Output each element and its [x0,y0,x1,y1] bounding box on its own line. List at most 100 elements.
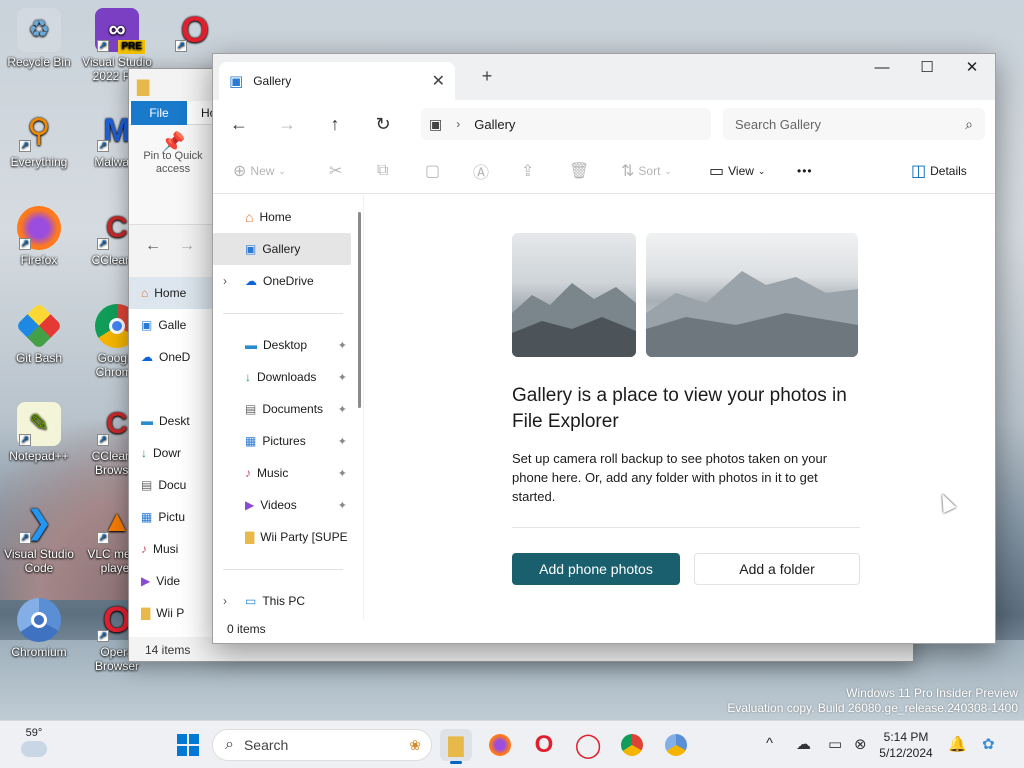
gallery-heading: Gallery is a place to view your photos i… [512,385,847,432]
add-phone-photos-button[interactable]: Add phone photos [512,553,680,585]
content-divider [512,527,860,528]
forward-arrow-icon[interactable]: → [275,112,299,136]
back-nav-item-gallery[interactable]: ▣ Galle [129,309,213,341]
network-icon[interactable]: ☁ [796,735,811,753]
nav-item-this-pc[interactable]: › ▭ This PC [213,585,351,617]
pictures-icon: ▦ [245,434,257,448]
nav-item-desktop[interactable]: ▬ Desktop ✦ [213,329,351,361]
nav-item-downloads[interactable]: ↓ Downloads ✦ [213,361,351,393]
nav-item-gallery[interactable]: ▣ Gallery [213,233,351,265]
new-tab-button[interactable]: + [475,66,499,87]
desktop-icon-recycle-bin[interactable]: ♻ Recycle Bin [0,8,78,69]
address-row: ← → ↑ ↻ ▣ › Gallery Search Gallery ⌕ [213,100,995,148]
refresh-icon[interactable]: ↻ [371,112,395,136]
more-options-button[interactable]: ••• [797,160,813,182]
address-bar[interactable]: ▣ › Gallery [421,108,711,140]
taskbar: 59° ⌕ Search ❀ ▇ O ◯ ^ ☁ ▭ ⊗ 5:14 PM 5/1… [0,720,1024,768]
clock[interactable]: 5:14 PM 5/12/2024 [870,729,942,761]
visual-studio-icon: ∞ ↗ PRE [95,8,145,54]
up-arrow-icon[interactable]: ↑ [323,112,347,136]
back-nav-item-music[interactable]: ♪ Musi [129,533,213,565]
sort-button[interactable]: ⇅ Sort ⌄ [621,160,672,182]
desktop-icon-git-bash[interactable]: Git Bash [0,302,78,365]
copilot-icon[interactable]: ✿ [982,735,995,753]
download-icon: ↓ [245,370,251,384]
taskbar-chrome[interactable] [616,729,648,761]
taskbar-firefox[interactable] [484,729,516,761]
back-nav-item-videos[interactable]: ▶ Vide [129,565,213,597]
forward-arrow-icon[interactable]: → [179,237,195,255]
plus-circle-icon: ⊕ [233,163,247,180]
nav-item-videos[interactable]: ▶ Videos ✦ [213,489,351,521]
folder-icon: ▇ [137,79,150,96]
nav-item-home[interactable]: ⌂ Home [213,201,351,233]
close-tab-icon[interactable]: ✕ [432,71,445,91]
share-button[interactable]: ⇪ [521,160,534,182]
cloud-icon [21,741,47,757]
display-icon[interactable]: ▭ [828,735,842,753]
details-pane-icon: ◫ [911,163,927,180]
desktop-icon-chromium[interactable]: Chromium [0,598,78,659]
gallery-content: Gallery is a place to view your photos i… [363,195,995,619]
rename-icon: Ⓐ [473,165,490,182]
gallery-location-icon: ▣ [429,115,443,132]
rename-button[interactable]: Ⓐ [473,160,489,182]
back-nav-item-desktop[interactable]: ▬ Deskt [129,405,213,437]
volume-icon[interactable]: ⊗ [854,735,867,753]
add-folder-button[interactable]: Add a folder [694,553,860,585]
back-status-bar: 14 items [145,643,191,657]
cut-button[interactable]: ✂ [329,160,342,182]
desktop-icon-firefox[interactable]: ↗ Firefox [0,206,78,267]
back-nav-item-home[interactable]: ⌂ Home [129,277,213,309]
notification-bell-icon[interactable]: 🔔 [948,735,967,753]
back-nav-item-downloads[interactable]: ↓ Dowr [129,437,213,469]
delete-button[interactable]: 🗑 [569,160,589,182]
nav-item-music[interactable]: ♪ Music ✦ [213,457,351,489]
taskbar-chromium[interactable] [660,729,692,761]
chromium-icon [665,734,687,756]
taskbar-opera[interactable]: O [528,729,560,761]
nav-item-wii-party[interactable]: ▇ Wii Party [SUPE [213,521,351,553]
nav-item-pictures[interactable]: ▦ Pictures ✦ [213,425,351,457]
chevron-up-icon[interactable]: ^ [766,735,773,752]
taskbar-file-explorer[interactable]: ▇ [440,729,472,764]
nav-scrollbar[interactable] [358,212,361,408]
copy-button[interactable]: ⧉ [377,160,388,182]
back-nav-item-documents[interactable]: ▤ Docu [129,469,213,501]
gallery-window[interactable]: ▣ Gallery ✕ + — ☐ ✕ ← → ↑ ↻ ▣ › Gallery … [212,53,996,644]
everything-icon: ⚲ ↗ [19,112,51,152]
cloud-icon: ☁ [245,274,257,288]
desktop-icon-opera[interactable]: O ↗ [156,8,234,55]
back-nav-item-pictures[interactable]: ▦ Pictu [129,501,213,533]
weather-widget[interactable]: 59° [18,727,50,757]
ribbon-tab-file[interactable]: File [131,101,187,125]
back-nav-item-wii[interactable]: ▇ Wii P [129,597,213,629]
tab-gallery[interactable]: ▣ Gallery ✕ [219,62,455,100]
search-input[interactable]: Search Gallery ⌕ [723,108,985,140]
pin-icon: 📌 [160,132,186,154]
taskbar-opera-gx[interactable]: ◯ [572,729,604,761]
pin-to-quick-access-button[interactable]: 📌 Pin to Quick access [137,132,209,176]
minimize-button[interactable]: — [859,54,905,84]
nav-item-onedrive[interactable]: › ☁ OneDrive [213,265,351,297]
copy-icon: ⧉ [377,162,389,179]
close-button[interactable]: ✕ [949,54,995,84]
trash-icon: 🗑 [569,163,590,180]
start-button[interactable] [172,729,204,761]
back-nav-item-onedrive[interactable]: ☁ OneD [129,341,213,373]
desktop-icon-notepad-plus[interactable]: ✎ ↗ Notepad++ [0,402,78,463]
view-icon: ▭ [709,163,725,180]
details-button[interactable]: ◫ Details [911,160,967,182]
desktop-icon-everything[interactable]: ⚲ ↗ Everything [0,108,78,169]
tab-title: Gallery [253,74,292,88]
back-arrow-icon[interactable]: ← [145,237,161,255]
taskbar-search[interactable]: ⌕ Search ❀ [212,729,432,761]
back-arrow-icon[interactable]: ← [227,112,251,136]
nav-item-documents[interactable]: ▤ Documents ✦ [213,393,351,425]
paste-button[interactable]: ▢ [425,160,440,182]
maximize-button[interactable]: ☐ [904,54,950,84]
view-button[interactable]: ▭ View ⌄ [709,160,765,182]
new-button[interactable]: ⊕ New ⌄ [233,160,286,182]
recycle-bin-icon: ♻ [17,8,61,52]
desktop-icon-vscode[interactable]: ❯ ↗ Visual Studio Code [0,500,78,575]
